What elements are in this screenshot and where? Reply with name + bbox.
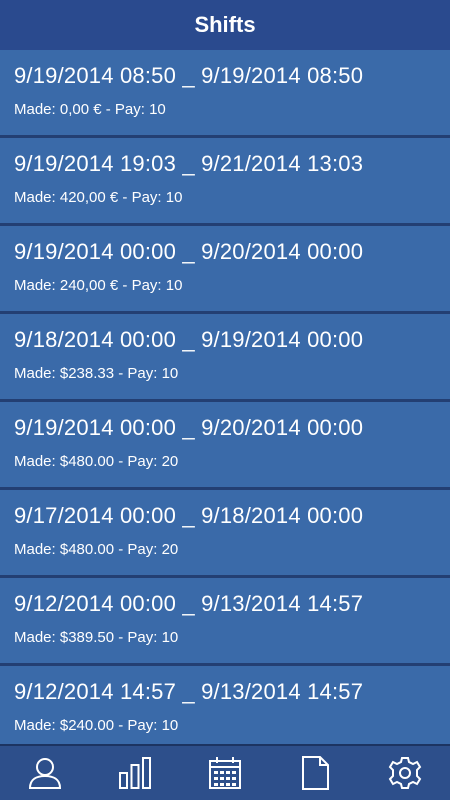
shift-time-range: 9/17/2014 00:00 _ 9/18/2014 00:00 <box>14 503 364 528</box>
nav-document-button[interactable] <box>287 748 343 798</box>
shift-time-range: 9/12/2014 00:00 _ 9/13/2014 14:57 <box>14 591 364 616</box>
shift-row[interactable]: 9/19/2014 00:00 _ 9/20/2014 00:00 Made: … <box>0 402 450 490</box>
nav-settings-button[interactable] <box>377 748 433 798</box>
shift-summary: Made: $240.00 - Pay: 10 <box>14 717 179 734</box>
shift-time-range: 9/12/2014 14:57 _ 9/13/2014 14:57 <box>14 679 364 704</box>
shift-summary: Made: 0,00 € - Pay: 10 <box>14 101 166 118</box>
shift-summary: Made: $238.33 - Pay: 10 <box>14 365 179 382</box>
page-title: Shifts <box>194 12 256 37</box>
shift-row[interactable]: 9/19/2014 19:03 _ 9/21/2014 13:03 Made: … <box>0 138 450 226</box>
shift-row[interactable]: 9/18/2014 00:00 _ 9/19/2014 00:00 Made: … <box>0 314 450 402</box>
document-icon <box>302 756 329 790</box>
shift-row[interactable]: 9/12/2014 14:57 _ 9/13/2014 14:57 Made: … <box>0 666 450 744</box>
shift-summary: Made: 420,00 € - Pay: 10 <box>14 189 183 206</box>
shift-list[interactable]: 9/19/2014 08:50 _ 9/19/2014 08:50 Made: … <box>0 50 450 744</box>
shift-row[interactable]: 9/17/2014 00:00 _ 9/18/2014 00:00 Made: … <box>0 490 450 578</box>
nav-calendar-button[interactable] <box>197 748 253 798</box>
calendar-icon <box>209 757 241 789</box>
user-icon <box>28 758 62 789</box>
app-header: Shifts <box>0 0 450 50</box>
shift-summary: Made: 240,00 € - Pay: 10 <box>14 277 183 294</box>
shift-time-range: 9/18/2014 00:00 _ 9/19/2014 00:00 <box>14 327 364 352</box>
gear-icon <box>388 757 422 789</box>
shift-summary: Made: $480.00 - Pay: 20 <box>14 541 179 558</box>
shift-summary: Made: $389.50 - Pay: 10 <box>14 629 179 646</box>
shift-row[interactable]: 9/12/2014 00:00 _ 9/13/2014 14:57 Made: … <box>0 578 450 666</box>
shift-row[interactable]: 9/19/2014 00:00 _ 9/20/2014 00:00 Made: … <box>0 226 450 314</box>
shift-time-range: 9/19/2014 00:00 _ 9/20/2014 00:00 <box>14 415 364 440</box>
bottom-nav <box>0 744 450 800</box>
shift-time-range: 9/19/2014 08:50 _ 9/19/2014 08:50 <box>14 63 364 88</box>
shift-row[interactable]: 9/19/2014 08:50 _ 9/19/2014 08:50 Made: … <box>0 50 450 138</box>
nav-stats-button[interactable] <box>107 748 163 798</box>
nav-user-button[interactable] <box>17 748 73 798</box>
shift-time-range: 9/19/2014 00:00 _ 9/20/2014 00:00 <box>14 239 364 264</box>
shift-summary: Made: $480.00 - Pay: 20 <box>14 453 179 470</box>
shift-time-range: 9/19/2014 19:03 _ 9/21/2014 13:03 <box>14 151 364 176</box>
bar-chart-icon <box>119 757 151 789</box>
